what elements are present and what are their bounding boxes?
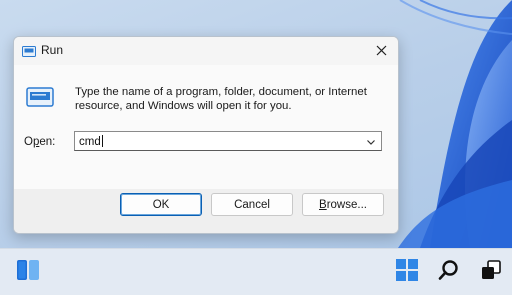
cancel-button[interactable]: Cancel — [211, 193, 293, 216]
dialog-footer: OK Cancel Browse... — [14, 189, 398, 233]
run-icon — [22, 45, 36, 57]
task-view-icon — [480, 259, 502, 286]
close-button[interactable] — [364, 37, 398, 65]
start-icon — [396, 258, 418, 286]
browse-button[interactable]: Browse... — [302, 193, 384, 216]
widgets-icon — [16, 259, 40, 286]
command-input[interactable]: cmd — [79, 135, 103, 148]
close-icon — [376, 43, 387, 59]
search-button[interactable] — [434, 257, 464, 287]
taskbar — [0, 248, 512, 295]
search-icon — [438, 259, 460, 286]
open-combobox[interactable]: cmd — [74, 131, 382, 151]
chevron-down-icon[interactable] — [365, 135, 377, 147]
title-bar[interactable]: Run — [14, 37, 398, 65]
run-icon — [26, 87, 54, 109]
dialog-title: Run — [41, 43, 64, 57]
run-dialog: Run Type the name of a program, folder, … — [13, 36, 399, 234]
dialog-description: Type the name of a program, folder, docu… — [75, 86, 367, 112]
start-button[interactable] — [392, 257, 422, 287]
task-view-button[interactable] — [476, 257, 506, 287]
open-label: Open: — [24, 136, 56, 148]
widgets-button[interactable] — [13, 257, 43, 287]
ok-button[interactable]: OK — [120, 193, 202, 216]
dialog-body: Type the name of a program, folder, docu… — [14, 65, 398, 189]
